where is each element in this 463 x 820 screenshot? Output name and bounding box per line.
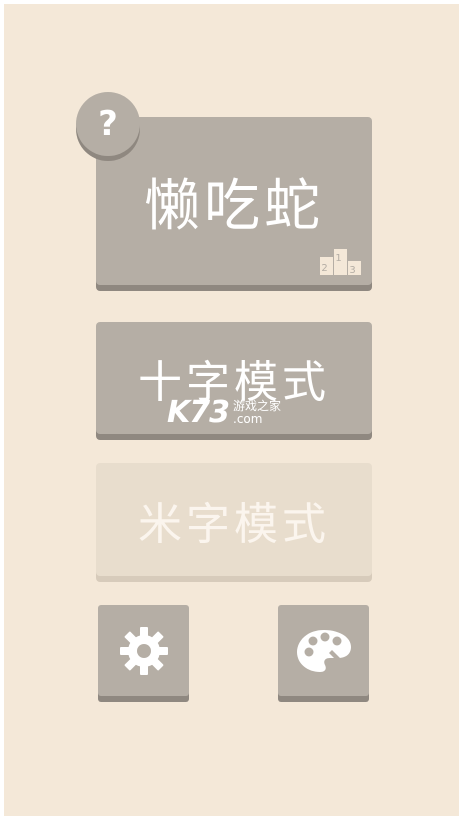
game-screen: ? 懒吃蛇 2 1 3 十字模式 K73 游戏之家 .com 米字模式 bbox=[4, 4, 459, 816]
theme-button[interactable] bbox=[278, 605, 369, 696]
question-mark-icon: ? bbox=[98, 104, 118, 144]
cross-mode-label: 十字模式 bbox=[138, 357, 330, 408]
cross-mode-button[interactable]: 十字模式 bbox=[96, 322, 372, 434]
game-title: 懒吃蛇 bbox=[144, 173, 324, 239]
svg-text:3: 3 bbox=[349, 265, 359, 275]
help-button[interactable]: ? bbox=[76, 92, 140, 156]
svg-text:1: 1 bbox=[335, 253, 345, 264]
gear-icon bbox=[119, 626, 168, 675]
podium-icon[interactable]: 2 1 3 bbox=[320, 247, 362, 275]
settings-button[interactable] bbox=[98, 605, 189, 696]
start-game-button[interactable]: 懒吃蛇 2 1 3 bbox=[96, 117, 372, 285]
svg-text:2: 2 bbox=[321, 263, 331, 274]
star-mode-label: 米字模式 bbox=[138, 498, 330, 550]
star-mode-button[interactable]: 米字模式 bbox=[96, 463, 372, 576]
palette-icon bbox=[296, 629, 351, 672]
